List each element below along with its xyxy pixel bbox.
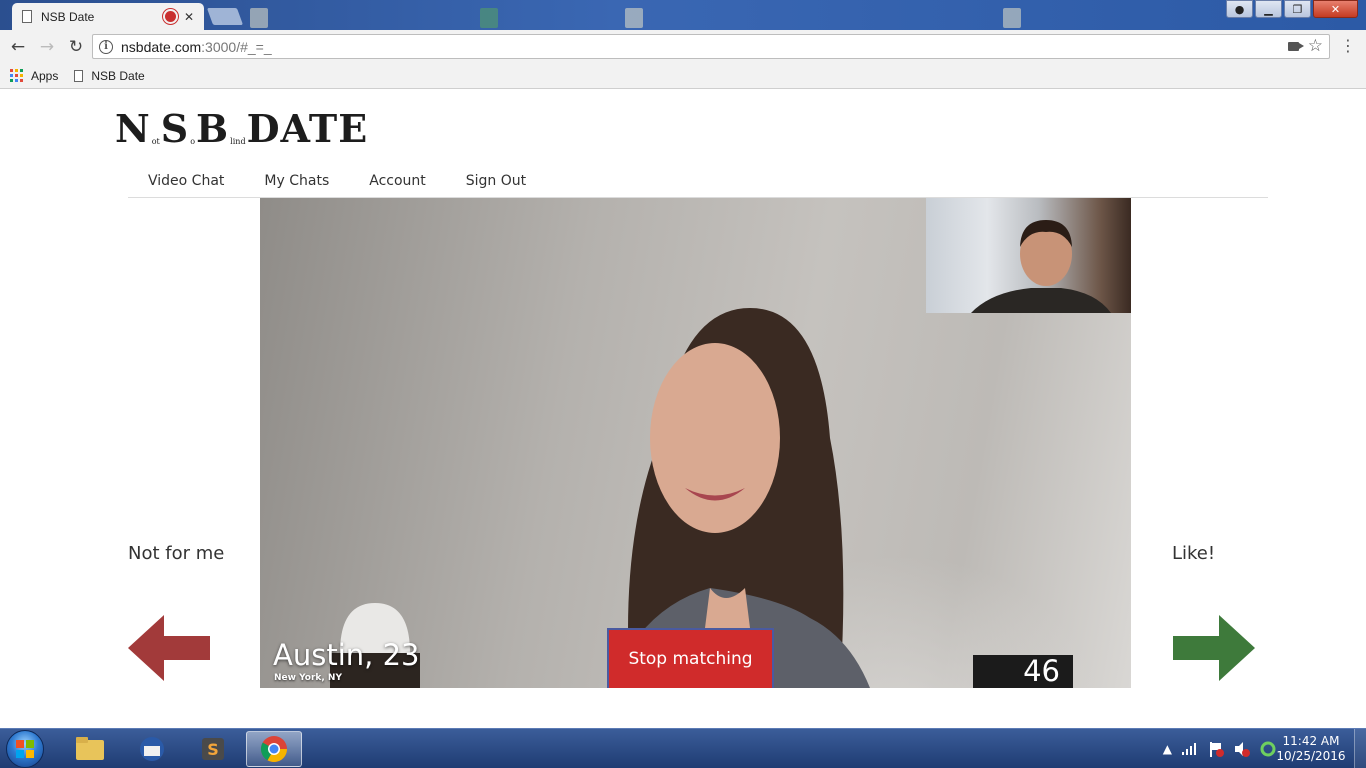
logo-small-text: ot [151, 137, 160, 146]
desktop-file-icon [250, 8, 268, 28]
site-logo[interactable]: N ot S o B lind DATE [115, 106, 369, 151]
address-bar[interactable]: i nsbdate.com:3000/#_=_ ☆ [92, 34, 1330, 59]
like-arrow-icon[interactable] [1171, 614, 1255, 682]
folder-icon [76, 737, 104, 760]
show-hidden-icons[interactable]: ▲ [1163, 742, 1172, 756]
action-center-flag-icon[interactable] [1208, 741, 1224, 757]
dislike-label: Not for me [128, 543, 225, 564]
windows-logo-icon [16, 740, 34, 758]
tab-close-icon[interactable]: ✕ [184, 10, 194, 24]
taskbar-chrome[interactable] [246, 731, 302, 767]
taskbar-sublime[interactable]: S [185, 731, 241, 767]
logo-letter: N [115, 106, 151, 151]
page-icon [74, 69, 84, 82]
logo-small-text: o [190, 137, 196, 146]
close-window-button[interactable]: ✕ [1313, 0, 1358, 18]
recording-icon [164, 11, 176, 22]
start-button[interactable] [6, 730, 44, 768]
page-icon [22, 10, 32, 23]
volume-muted-icon[interactable] [1234, 741, 1250, 757]
clock-time: 11:42 AM [1282, 734, 1340, 748]
bookmark-apps[interactable]: Apps [10, 69, 58, 83]
forward-icon[interactable]: → [33, 33, 61, 61]
nav-account[interactable]: Account [369, 173, 426, 189]
reload-icon[interactable]: ↻ [62, 33, 90, 61]
logo-small-text: lind [230, 137, 246, 146]
main-nav: Video Chat My Chats Account Sign Out [128, 164, 1268, 198]
like-label: Like! [1172, 543, 1216, 564]
show-desktop-button[interactable] [1354, 729, 1366, 768]
url-host: nsbdate.com [121, 38, 202, 55]
apps-grid-icon [10, 69, 23, 82]
taskbar-explorer[interactable] [62, 731, 118, 767]
window-controls: ● ▁ ❐ ✕ [1224, 0, 1358, 18]
logo-letter: S [160, 106, 190, 151]
minimize-button[interactable]: ▁ [1255, 0, 1282, 18]
clock-date: 10/25/2016 [1276, 749, 1346, 763]
desktop-file-icon [625, 8, 643, 28]
bookmark-star-icon[interactable]: ☆ [1308, 36, 1323, 56]
url-text: nsbdate.com:3000/#_=_ [121, 39, 272, 55]
system-tray: ▲ [1163, 741, 1276, 757]
desktop-file-icon [480, 8, 498, 28]
site-info-icon[interactable]: i [99, 39, 113, 54]
url-path: :3000/#_=_ [201, 38, 272, 55]
windows-taskbar: S ▲ 11:42 AM 10/25/2016 [0, 728, 1366, 768]
network-signal-icon[interactable] [1182, 743, 1198, 755]
dislike-arrow-icon[interactable] [128, 614, 212, 682]
self-video [926, 198, 1131, 313]
svg-text:S: S [207, 740, 219, 759]
stop-matching-button[interactable]: Stop matching [607, 628, 774, 688]
logo-letter: DATE [246, 106, 369, 151]
bookmarks-bar: Apps NSB Date [0, 63, 1366, 89]
bookmark-nsb-date[interactable]: NSB Date [74, 68, 145, 83]
match-name-age: Austin, 23 [273, 638, 420, 672]
browser-toolbar: ← → ↻ i nsbdate.com:3000/#_=_ ☆ ⋮ [0, 30, 1366, 63]
taskbar-thunderbird[interactable] [124, 731, 180, 767]
self-person-shape [971, 220, 1111, 313]
sublime-text-icon: S [202, 738, 224, 760]
mail-bird-icon [140, 737, 164, 761]
desktop-file-icon [1003, 8, 1021, 28]
countdown-timer: 46 [1023, 654, 1060, 688]
nav-sign-out[interactable]: Sign Out [466, 173, 526, 189]
maximize-button[interactable]: ❐ [1284, 0, 1311, 18]
bookmark-label: NSB Date [91, 68, 145, 83]
match-location: New York, NY [274, 673, 342, 683]
chrome-icon [260, 736, 288, 763]
nav-video-chat[interactable]: Video Chat [148, 173, 224, 189]
browser-titlebar: NSB Date ✕ ● ▁ ❐ ✕ [0, 0, 1366, 30]
profile-icon[interactable]: ● [1226, 0, 1253, 18]
browser-menu-icon[interactable]: ⋮ [1340, 38, 1356, 54]
bookmark-label: Apps [31, 68, 59, 83]
tab-title: NSB Date [41, 9, 95, 24]
nav-my-chats[interactable]: My Chats [264, 173, 329, 189]
taskbar-clock[interactable]: 11:42 AM 10/25/2016 [1276, 734, 1346, 764]
browser-tab[interactable]: NSB Date ✕ [12, 3, 204, 30]
new-tab-button[interactable] [206, 8, 244, 25]
back-icon[interactable]: ← [4, 33, 32, 61]
logo-letter: B [196, 106, 230, 151]
camera-icon[interactable] [1288, 42, 1304, 51]
sync-icon[interactable] [1260, 741, 1276, 757]
